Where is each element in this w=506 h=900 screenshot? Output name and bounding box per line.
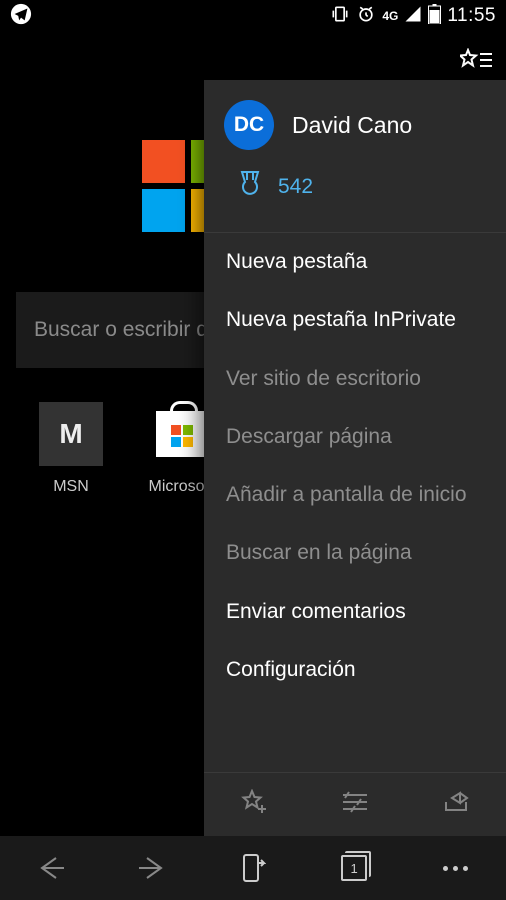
reading-list-icon[interactable]: [341, 791, 369, 818]
browser-bottom-bar: 1: [0, 836, 506, 900]
medal-icon: [238, 170, 262, 204]
alarm-icon: [356, 4, 376, 29]
network-type-label: 4G: [382, 10, 398, 22]
speed-dial-msn[interactable]: M MSN: [36, 402, 106, 496]
menu-item-desktop-site: Ver sitio de escritorio: [204, 350, 506, 408]
menu-item-find-in-page: Buscar en la página: [204, 524, 506, 582]
status-bar: 4G 11:55: [0, 0, 506, 32]
more-button[interactable]: [425, 866, 485, 871]
menu-item-download-page: Descargar página: [204, 408, 506, 466]
vibrate-icon: [330, 4, 350, 29]
favorites-hub-button[interactable]: [460, 48, 492, 77]
rewards-points: 542: [278, 175, 313, 199]
tile-initial: M: [39, 402, 103, 466]
profile-name: David Cano: [292, 112, 412, 139]
profile-row[interactable]: DC David Cano: [204, 80, 506, 156]
menu-item-inprivate[interactable]: Nueva pestaña InPrivate: [204, 291, 506, 349]
menu-item-list: Nueva pestaña Nueva pestaña InPrivate Ve…: [204, 233, 506, 772]
more-icon: [443, 866, 468, 871]
share-icon[interactable]: [442, 790, 470, 819]
continue-on-pc-button[interactable]: [223, 853, 283, 883]
battery-icon: [428, 4, 441, 29]
signal-icon: [404, 5, 422, 28]
menu-item-settings[interactable]: Configuración: [204, 641, 506, 699]
avatar: DC: [224, 100, 274, 150]
forward-button[interactable]: [122, 856, 182, 880]
add-favorite-icon[interactable]: [240, 789, 268, 820]
tab-count-badge: 1: [341, 855, 367, 881]
telegram-icon: [10, 3, 32, 30]
menu-item-feedback[interactable]: Enviar comentarios: [204, 583, 506, 641]
menu-bottom-actions: [204, 772, 506, 836]
menu-item-new-tab[interactable]: Nueva pestaña: [204, 233, 506, 291]
back-button[interactable]: [21, 856, 81, 880]
clock: 11:55: [447, 5, 496, 27]
menu-item-add-home: Añadir a pantalla de inicio: [204, 466, 506, 524]
rewards-row[interactable]: 542: [204, 156, 506, 232]
overflow-menu: DC David Cano 542 Nueva pestaña Nueva pe…: [204, 80, 506, 836]
tabs-button[interactable]: 1: [324, 855, 384, 881]
tile-label: MSN: [53, 478, 89, 496]
